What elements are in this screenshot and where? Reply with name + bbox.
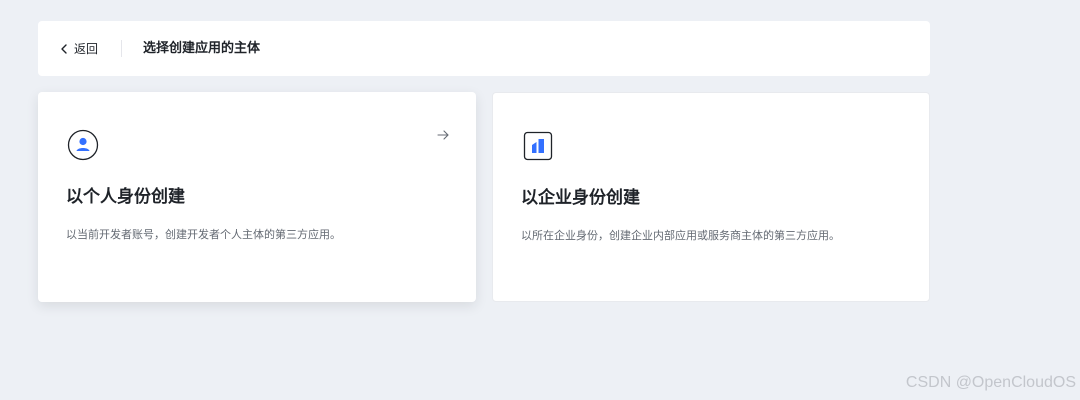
personal-identity-card[interactable]: 以个人身份创建 以当前开发者账号，创建开发者个人主体的第三方应用。 xyxy=(38,92,476,302)
user-circle-icon xyxy=(67,129,99,161)
card-title: 以个人身份创建 xyxy=(66,187,185,207)
card-description: 以当前开发者账号，创建开发者个人主体的第三方应用。 xyxy=(66,228,341,241)
header-bar: 返回 选择创建应用的主体 xyxy=(38,21,930,76)
page-title: 选择创建应用的主体 xyxy=(143,41,261,56)
watermark: CSDN @OpenCloudOS xyxy=(905,374,1076,391)
card-title: 以企业身份创建 xyxy=(521,188,640,208)
back-button[interactable]: 返回 xyxy=(58,21,98,76)
chevron-left-icon xyxy=(61,43,67,54)
building-icon xyxy=(523,131,553,161)
enterprise-identity-card[interactable]: 以企业身份创建 以所在企业身份，创建企业内部应用或服务商主体的第三方应用。 xyxy=(492,92,930,302)
card-description: 以所在企业身份，创建企业内部应用或服务商主体的第三方应用。 xyxy=(521,229,840,242)
arrow-right-icon xyxy=(437,130,449,140)
back-label: 返回 xyxy=(74,42,99,56)
header-divider xyxy=(121,40,122,57)
